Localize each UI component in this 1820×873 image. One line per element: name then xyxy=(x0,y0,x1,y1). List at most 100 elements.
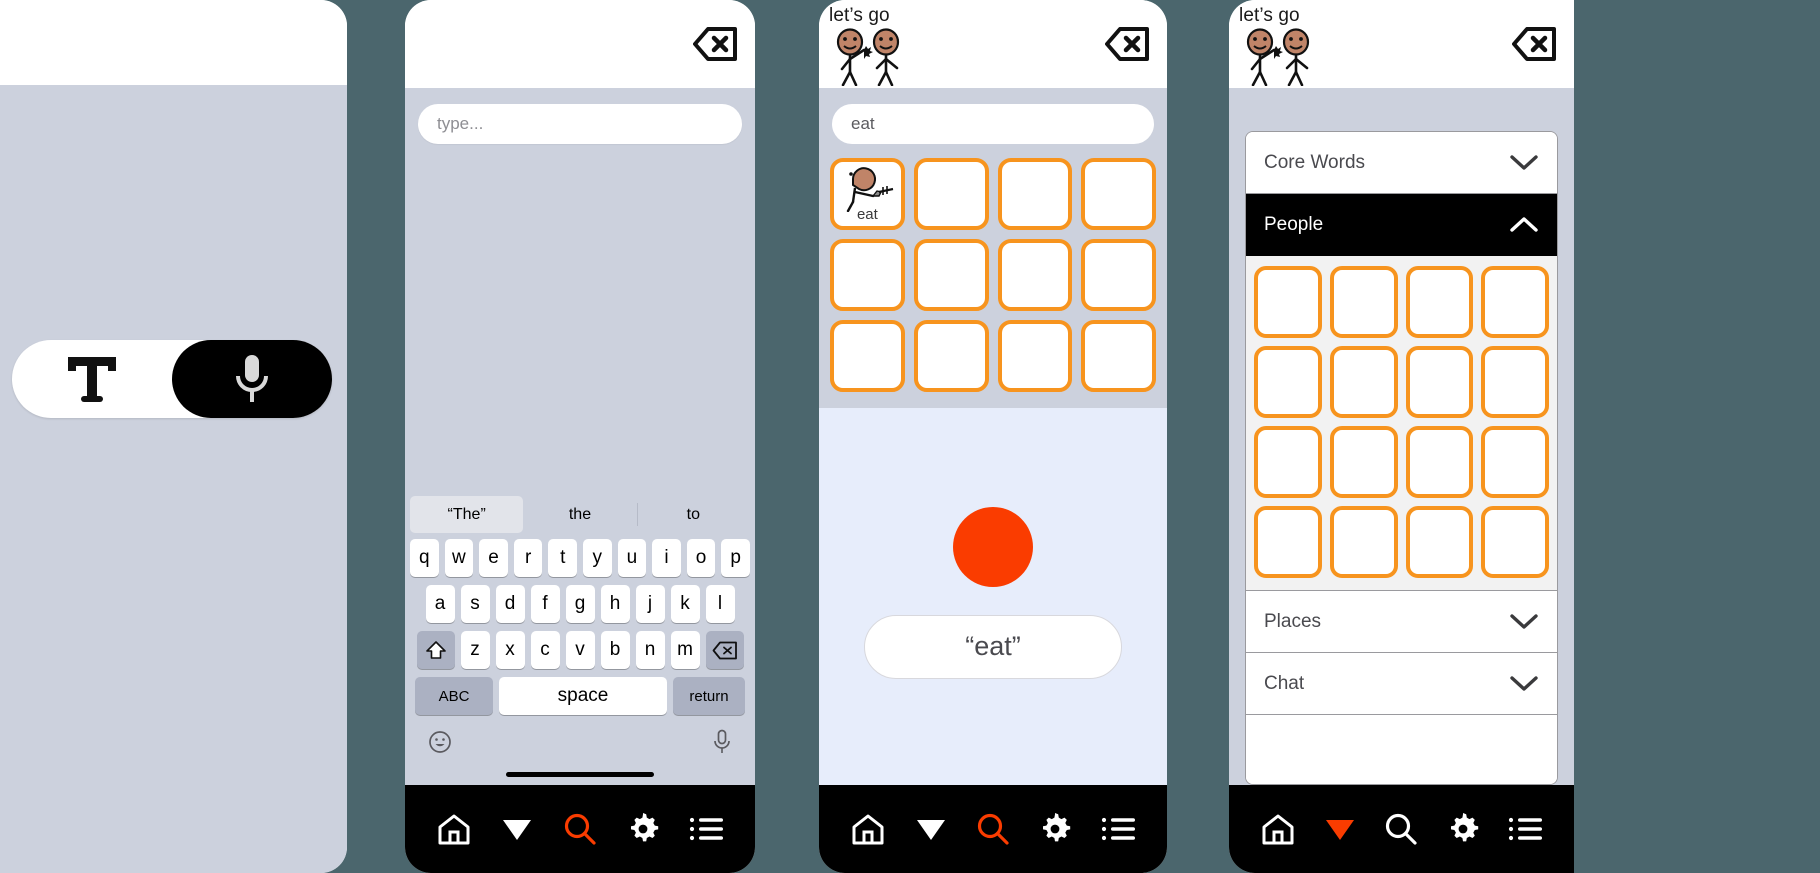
nav-chevron-down-triangle-icon[interactable] xyxy=(908,806,954,852)
return-key[interactable]: return xyxy=(673,677,745,715)
key-y[interactable]: y xyxy=(583,539,612,577)
category-cell[interactable] xyxy=(1481,266,1549,338)
key-a[interactable]: a xyxy=(425,585,455,623)
accordion-header-places[interactable]: Places xyxy=(1246,591,1557,653)
grid-cell-empty[interactable] xyxy=(913,320,989,392)
key-r[interactable]: r xyxy=(513,539,543,577)
key-b[interactable]: b xyxy=(600,631,630,669)
nav-search-icon[interactable] xyxy=(1378,806,1424,852)
nav-search-icon[interactable] xyxy=(970,806,1016,852)
key-i[interactable]: i xyxy=(652,539,681,577)
grid-cell-empty[interactable] xyxy=(913,158,989,230)
nav-gear-icon[interactable] xyxy=(1440,806,1486,852)
category-cell[interactable] xyxy=(1329,426,1398,498)
key-e[interactable]: e xyxy=(479,539,508,577)
accordion-header-chat[interactable]: Chat xyxy=(1246,653,1557,715)
grid-cell-empty[interactable] xyxy=(830,239,905,311)
key-t[interactable]: t xyxy=(548,539,577,577)
backspace-delete-icon[interactable] xyxy=(691,26,739,62)
category-cell[interactable] xyxy=(1481,346,1549,418)
nav-gear-icon[interactable] xyxy=(620,806,666,852)
prediction-item-0[interactable]: “The” xyxy=(410,496,524,533)
grid-cell-eat[interactable]: eat xyxy=(830,158,905,230)
home-indicator xyxy=(408,763,752,785)
nav-home-icon[interactable] xyxy=(431,806,477,852)
key-z[interactable]: z xyxy=(460,631,490,669)
category-cell[interactable] xyxy=(1405,506,1474,578)
prediction-item-1[interactable]: the xyxy=(523,496,636,533)
category-cell[interactable] xyxy=(1329,346,1398,418)
keyboard-backspace-icon[interactable] xyxy=(705,631,744,669)
prediction-item-2[interactable]: to xyxy=(636,496,750,533)
category-cell[interactable] xyxy=(1254,346,1322,418)
input-mode-toggle[interactable] xyxy=(12,340,332,418)
category-cell[interactable] xyxy=(1481,506,1549,578)
nav-home-icon[interactable] xyxy=(845,806,891,852)
nav-list-menu-icon[interactable] xyxy=(1502,806,1548,852)
panel4-header-left: let’s go xyxy=(1229,0,1319,86)
abc-key[interactable]: ABC xyxy=(415,677,493,715)
key-x[interactable]: x xyxy=(495,631,525,669)
grid-cell-empty[interactable] xyxy=(997,320,1073,392)
category-cell[interactable] xyxy=(1405,266,1474,338)
key-v[interactable]: v xyxy=(565,631,595,669)
key-m[interactable]: m xyxy=(670,631,700,669)
word-input[interactable]: eat xyxy=(832,104,1154,144)
key-n[interactable]: n xyxy=(635,631,665,669)
onscreen-keyboard: “The” the to q w e r t y u i o p a s d f… xyxy=(405,496,755,785)
key-s[interactable]: s xyxy=(460,585,490,623)
key-u[interactable]: u xyxy=(617,539,647,577)
category-cell[interactable] xyxy=(1254,506,1322,578)
key-f[interactable]: f xyxy=(530,585,560,623)
nav-gear-icon[interactable] xyxy=(1032,806,1078,852)
key-o[interactable]: o xyxy=(686,539,716,577)
category-cell[interactable] xyxy=(1405,426,1474,498)
grid-cell-empty[interactable] xyxy=(913,239,989,311)
key-p[interactable]: p xyxy=(721,539,750,577)
grid-cell-empty[interactable] xyxy=(1081,320,1156,392)
category-cell[interactable] xyxy=(1254,266,1322,338)
nav-list-menu-icon[interactable] xyxy=(683,806,729,852)
key-w[interactable]: w xyxy=(444,539,474,577)
dictation-microphone-icon[interactable] xyxy=(712,729,732,755)
grid-cell-empty[interactable] xyxy=(1081,158,1156,230)
key-j[interactable]: j xyxy=(635,585,665,623)
category-cell[interactable] xyxy=(1329,506,1398,578)
record-circle-button[interactable] xyxy=(953,506,1033,587)
chevron-up-icon xyxy=(1509,216,1539,234)
nav-chevron-down-triangle-icon[interactable] xyxy=(1317,806,1363,852)
grid-cell-empty[interactable] xyxy=(1081,239,1156,311)
grid-cell-empty[interactable] xyxy=(830,320,905,392)
key-q[interactable]: q xyxy=(410,539,439,577)
category-cell[interactable] xyxy=(1481,426,1549,498)
accordion-header-people[interactable]: People xyxy=(1246,194,1557,256)
accordion-header-core-words[interactable]: Core Words xyxy=(1246,132,1557,194)
nav-search-icon[interactable] xyxy=(557,806,603,852)
panel1-header xyxy=(0,0,347,85)
key-d[interactable]: d xyxy=(495,585,525,623)
backspace-delete-icon[interactable] xyxy=(1103,26,1151,62)
category-cell[interactable] xyxy=(1329,266,1398,338)
nav-home-icon[interactable] xyxy=(1255,806,1301,852)
text-input[interactable]: type... xyxy=(418,104,742,144)
key-k[interactable]: k xyxy=(670,585,700,623)
accordion-label: People xyxy=(1264,214,1324,235)
key-l[interactable]: l xyxy=(705,585,735,623)
voice-mode-button[interactable] xyxy=(172,340,332,418)
category-cell[interactable] xyxy=(1254,426,1322,498)
key-g[interactable]: g xyxy=(565,585,595,623)
shift-arrow-icon[interactable] xyxy=(416,631,455,669)
accordion-filler xyxy=(1246,715,1557,784)
emoji-smiley-icon[interactable] xyxy=(428,730,452,754)
text-mode-button[interactable] xyxy=(12,340,172,418)
grid-cell-empty[interactable] xyxy=(997,239,1073,311)
category-cell[interactable] xyxy=(1405,346,1474,418)
backspace-delete-icon[interactable] xyxy=(1510,26,1558,62)
key-c[interactable]: c xyxy=(530,631,560,669)
key-h[interactable]: h xyxy=(600,585,630,623)
nav-list-menu-icon[interactable] xyxy=(1095,806,1141,852)
chevron-down-icon xyxy=(1509,613,1539,631)
grid-cell-empty[interactable] xyxy=(997,158,1073,230)
nav-chevron-down-triangle-icon[interactable] xyxy=(494,806,540,852)
space-key[interactable]: space xyxy=(499,677,667,715)
